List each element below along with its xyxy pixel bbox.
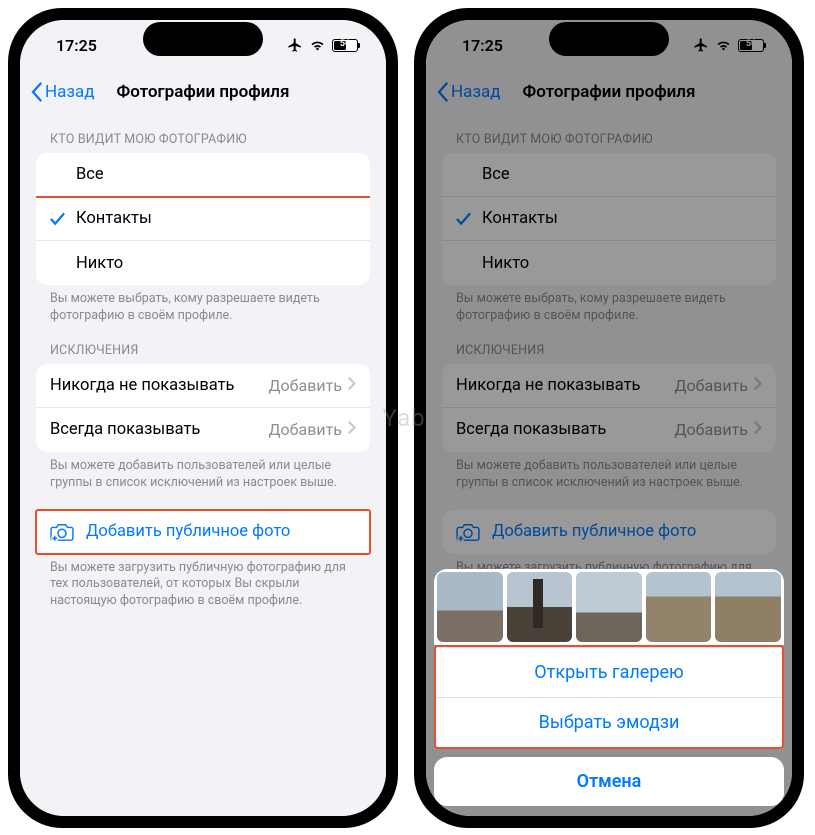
visibility-header: КТО ВИДИТ МОЮ ФОТОГРАФИЮ xyxy=(36,114,370,153)
photo-thumb[interactable] xyxy=(437,572,503,642)
always-show-row[interactable]: Всегда показывать Добавить xyxy=(36,408,370,452)
camera-plus-icon xyxy=(456,522,480,542)
visibility-option-contacts[interactable]: Контакты xyxy=(442,197,776,241)
visibility-header: КТО ВИДИТ МОЮ ФОТОГРАФИЮ xyxy=(442,114,776,153)
visibility-list: Все Контакты Никто xyxy=(442,153,776,285)
dynamic-island xyxy=(143,22,263,56)
battery-icon: 56 xyxy=(332,39,358,52)
airplane-icon xyxy=(693,37,709,53)
status-time: 17:25 xyxy=(56,36,97,55)
recent-photos-strip xyxy=(434,569,784,645)
cancel-button[interactable]: Отмена xyxy=(434,757,784,806)
visibility-option-contacts[interactable]: Контакты xyxy=(36,197,370,241)
status-time: 17:25 xyxy=(462,36,503,55)
add-public-photo-list: Добавить публичное фото xyxy=(36,510,370,554)
back-button[interactable]: Назад xyxy=(436,82,501,102)
photo-thumb[interactable] xyxy=(646,572,712,642)
photo-thumb[interactable] xyxy=(507,572,573,642)
battery-icon: 56 xyxy=(738,39,764,52)
action-sheet: Открыть галерею Выбрать эмодзи Отмена xyxy=(434,569,784,806)
airplane-icon xyxy=(287,37,303,53)
back-label: Назад xyxy=(451,82,501,102)
never-show-row[interactable]: Никогда не показывать Добавить xyxy=(442,364,776,408)
chevron-right-icon xyxy=(348,420,356,439)
open-gallery-button[interactable]: Открыть галерею xyxy=(436,647,782,697)
camera-plus-icon xyxy=(50,522,74,542)
visibility-option-all[interactable]: Все xyxy=(36,153,370,197)
visibility-option-all[interactable]: Все xyxy=(442,153,776,197)
dynamic-island xyxy=(549,22,669,56)
photo-thumb[interactable] xyxy=(715,572,781,642)
sheet-options: Открыть галерею Выбрать эмодзи xyxy=(434,645,784,749)
add-public-photo-row[interactable]: Добавить публичное фото xyxy=(442,510,776,554)
visibility-footer: Вы можете выбрать, кому разрешаете видет… xyxy=(442,285,776,325)
chevron-left-icon xyxy=(436,82,449,102)
visibility-footer: Вы можете выбрать, кому разрешаете видет… xyxy=(36,285,370,325)
phone-mockup-left: 17:25 56 Назад Фотографии профиля КТО ВИ… xyxy=(8,8,398,828)
checkmark-icon xyxy=(50,212,76,226)
status-indicators: 56 xyxy=(287,37,358,53)
nav-bar: Назад Фотографии профиля xyxy=(426,70,792,114)
nav-bar: Назад Фотографии профиля xyxy=(20,70,386,114)
exceptions-header: ИСКЛЮЧЕНИЯ xyxy=(36,325,370,364)
exceptions-list: Никогда не показывать Добавить Всегда по… xyxy=(36,364,370,452)
add-public-photo-list: Добавить публичное фото xyxy=(442,510,776,554)
exceptions-footer: Вы можете добавить пользователей или цел… xyxy=(36,452,370,492)
visibility-option-nobody[interactable]: Никто xyxy=(36,241,370,285)
add-public-photo-row[interactable]: Добавить публичное фото xyxy=(36,510,370,554)
checkmark-icon xyxy=(456,212,482,226)
status-indicators: 56 xyxy=(693,37,764,53)
choose-emoji-button[interactable]: Выбрать эмодзи xyxy=(436,697,782,747)
back-button[interactable]: Назад xyxy=(30,82,95,102)
chevron-left-icon xyxy=(30,82,43,102)
visibility-list: Все Контакты Никто xyxy=(36,153,370,285)
chevron-right-icon xyxy=(754,376,762,395)
always-show-row[interactable]: Всегда показывать Добавить xyxy=(442,408,776,452)
photo-thumb[interactable] xyxy=(576,572,642,642)
visibility-option-nobody[interactable]: Никто xyxy=(442,241,776,285)
public-photo-footer: Вы можете загрузить публичную фотографию… xyxy=(36,554,370,611)
exceptions-footer: Вы можете добавить пользователей или цел… xyxy=(442,452,776,492)
back-label: Назад xyxy=(45,82,95,102)
wifi-icon xyxy=(309,39,326,52)
exceptions-list: Никогда не показывать Добавить Всегда по… xyxy=(442,364,776,452)
chevron-right-icon xyxy=(348,376,356,395)
exceptions-header: ИСКЛЮЧЕНИЯ xyxy=(442,325,776,364)
phone-mockup-right: 17:25 56 Назад Фотографии профиля КТО ВИ… xyxy=(414,8,804,828)
never-show-row[interactable]: Никогда не показывать Добавить xyxy=(36,364,370,408)
chevron-right-icon xyxy=(754,420,762,439)
wifi-icon xyxy=(715,39,732,52)
